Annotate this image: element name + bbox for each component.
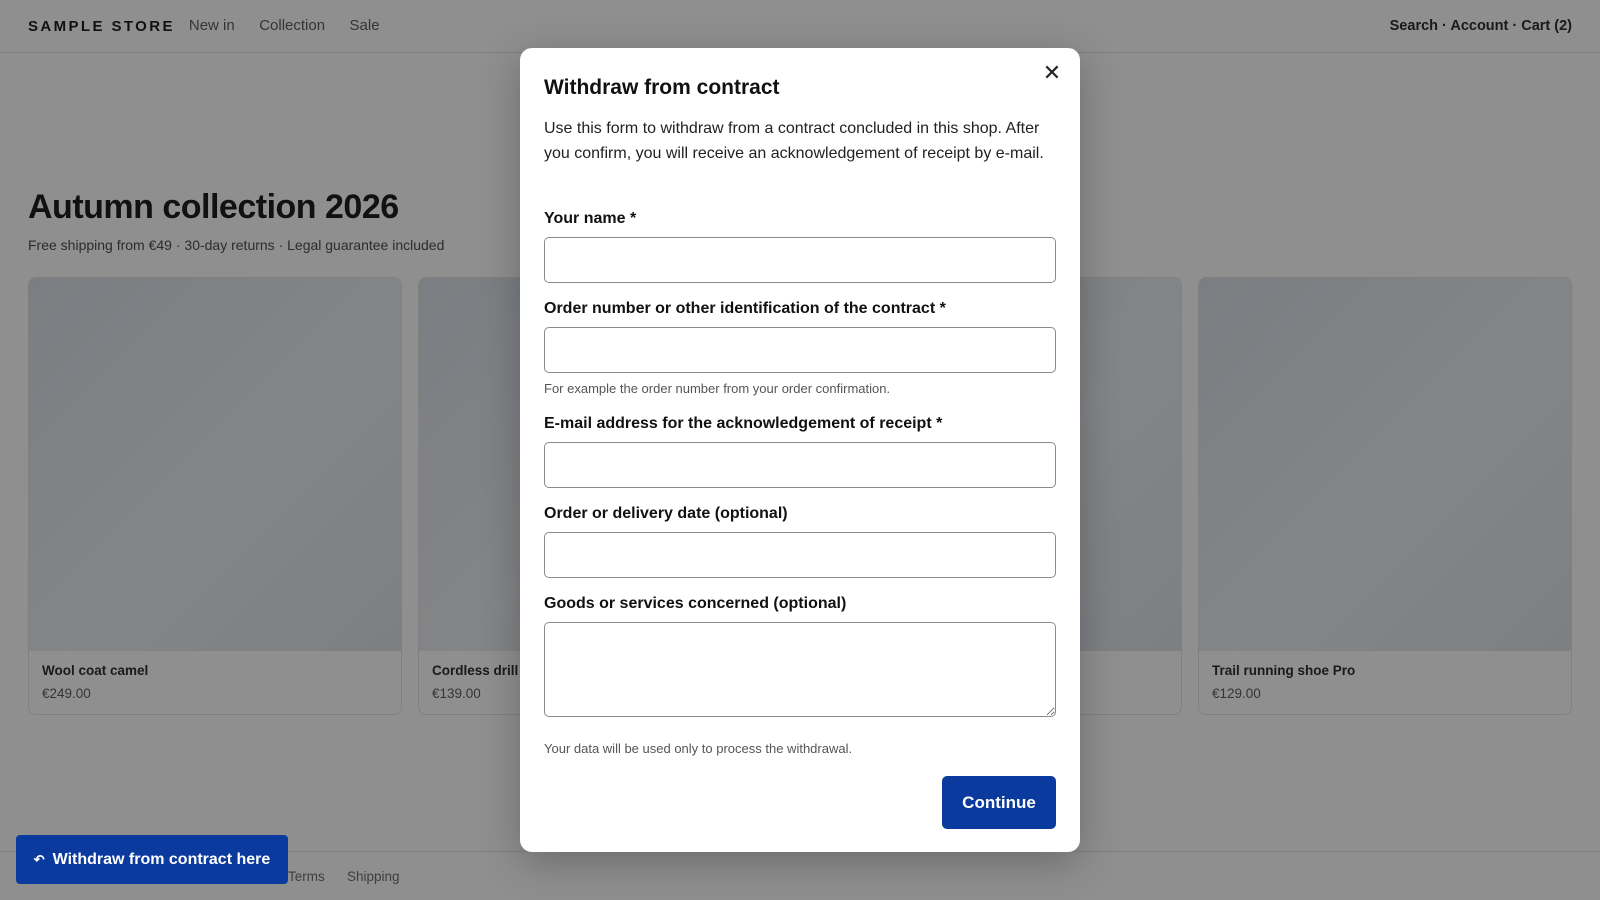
dialog-description: Use this form to withdraw from a contrac… bbox=[544, 120, 1044, 162]
email-label: E-mail address for the acknowledgement o… bbox=[544, 415, 943, 432]
continue-button[interactable]: Continue bbox=[942, 776, 1056, 829]
undo-arrow-icon: ↶ bbox=[33, 851, 45, 867]
goods-label: Goods or services concerned (optional) bbox=[544, 595, 847, 612]
name-label: Your name * bbox=[544, 210, 637, 227]
privacy-note: Your data will be used only to process t… bbox=[544, 741, 853, 756]
dialog-title: Withdraw from contract bbox=[544, 76, 780, 99]
order-number-hint: For example the order number from your o… bbox=[544, 381, 891, 396]
order-number-label: Order number or other identification of … bbox=[544, 300, 946, 317]
email-input[interactable] bbox=[544, 442, 1056, 488]
order-number-input[interactable] bbox=[544, 327, 1056, 373]
withdraw-dialog: ✕ Withdraw from contract Use this form t… bbox=[520, 48, 1080, 852]
goods-textarea[interactable] bbox=[544, 622, 1056, 717]
date-label: Order or delivery date (optional) bbox=[544, 505, 788, 522]
name-input[interactable] bbox=[544, 237, 1056, 283]
date-input[interactable] bbox=[544, 532, 1056, 578]
withdraw-floating-label: Withdraw from contract here bbox=[52, 850, 271, 868]
close-icon[interactable]: ✕ bbox=[1038, 60, 1066, 88]
withdraw-floating-button[interactable]: ↶ Withdraw from contract here bbox=[16, 835, 288, 884]
